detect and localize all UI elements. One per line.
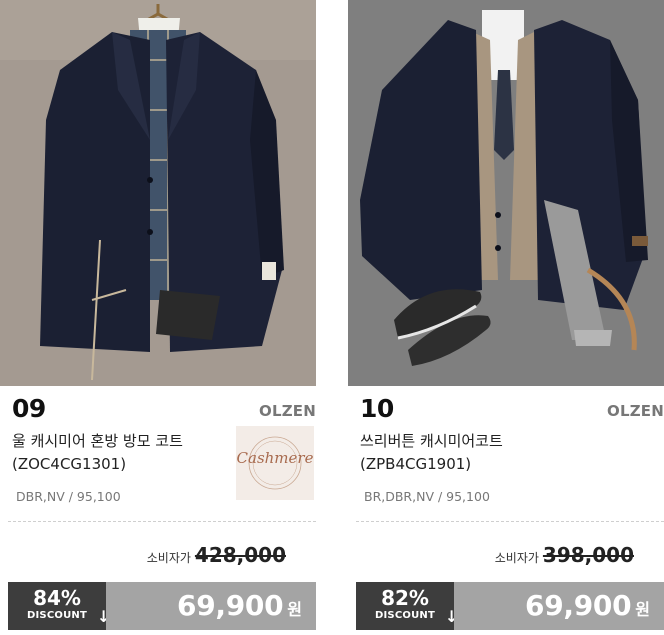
discount-box: 82% DISCOUNT ↓ xyxy=(356,582,458,630)
product-card-09[interactable]: 09 OLZEN 울 캐시미어 혼방 방모 코트 (ZOC4CG1301) DB… xyxy=(0,0,316,635)
product-image-coat-09[interactable] xyxy=(0,0,316,386)
cashmere-badge: Cashmere xyxy=(236,426,314,500)
msrp-label: 소비자가 xyxy=(146,551,191,565)
discount-label: DISCOUNT xyxy=(375,610,435,621)
badge-text: Cashmere xyxy=(236,449,314,467)
discount-label: DISCOUNT xyxy=(27,610,87,621)
brand-name: OLZEN xyxy=(259,402,316,420)
sale-price: 69,900 xyxy=(177,589,284,622)
coat-photo-graphic xyxy=(348,0,664,386)
msrp: 소비자가 398,000 xyxy=(495,543,634,567)
currency-label: 원 xyxy=(287,600,302,619)
sale-price: 69,900 xyxy=(525,589,632,622)
discount-percent: 82% xyxy=(381,586,429,610)
sale-price-box[interactable]: 69,900 원 xyxy=(106,582,316,630)
product-image-coat-10[interactable] xyxy=(348,0,664,386)
sale-price-box[interactable]: 69,900 원 xyxy=(454,582,664,630)
msrp-price: 398,000 xyxy=(542,543,634,567)
product-options: DBR,NV / 95,100 xyxy=(16,489,121,504)
product-number: 10 xyxy=(360,394,394,423)
product-card-10[interactable]: 10 OLZEN 쓰리버튼 캐시미어코트 (ZPB4CG1901) BR,DBR… xyxy=(348,0,664,635)
brand-name: OLZEN xyxy=(607,402,664,420)
discount-percent: 84% xyxy=(33,586,81,610)
discount-box: 84% DISCOUNT ↓ xyxy=(8,582,110,630)
product-name[interactable]: 울 캐시미어 혼방 방모 코트 xyxy=(12,430,183,451)
divider xyxy=(8,521,316,522)
product-code[interactable]: (ZPB4CG1901) xyxy=(360,455,471,473)
msrp-label: 소비자가 xyxy=(494,551,539,565)
product-options: BR,DBR,NV / 95,100 xyxy=(364,489,490,504)
currency-label: 원 xyxy=(635,600,650,619)
msrp: 소비자가 428,000 xyxy=(147,543,286,567)
product-code[interactable]: (ZOC4CG1301) xyxy=(12,455,126,473)
coat-photo-graphic xyxy=(0,0,316,386)
msrp-price: 428,000 xyxy=(194,543,286,567)
product-number: 09 xyxy=(12,394,46,423)
divider xyxy=(356,521,664,522)
product-name[interactable]: 쓰리버튼 캐시미어코트 xyxy=(360,430,503,451)
